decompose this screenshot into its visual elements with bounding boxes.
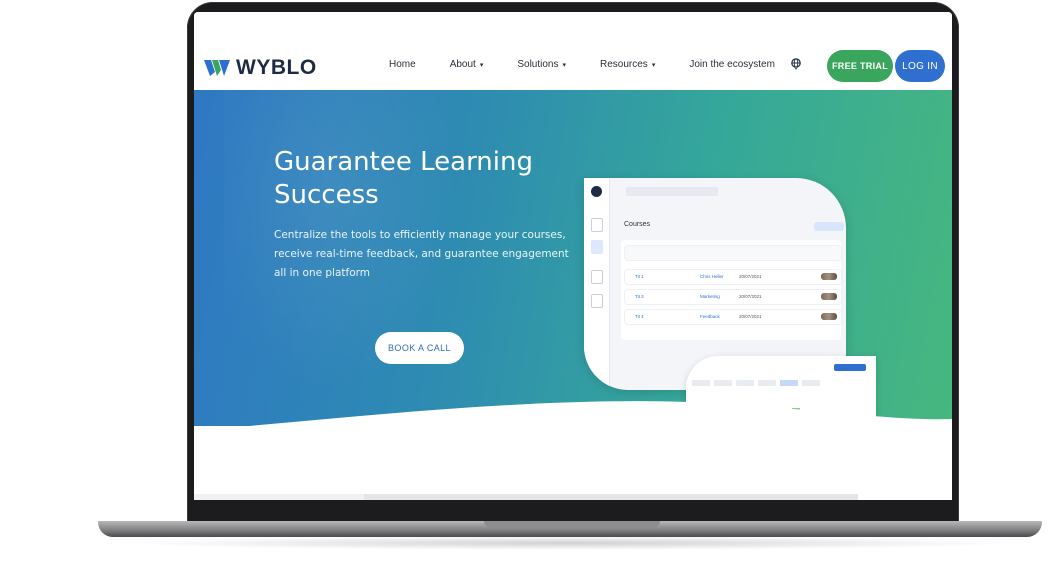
nav-links: Home About ▾ Solutions ▾ Resources ▾ Join t… [389,59,809,70]
mockup-table-row: Tit 1 Chris Heller 20/07/2021 [625,270,841,284]
nav-about-label: About [449,59,476,70]
mockup-sidebar [584,178,610,390]
mockup-row-date: 20/07/2021 [739,314,762,319]
mockup-row-link: Marketing [700,294,720,299]
hero-section: Guarantee Learning Success Centralize th… [194,90,952,426]
footer-strip [364,494,858,500]
chevron-down-icon: ▾ [479,62,484,69]
nav-join-ecosystem[interactable]: Join the ecosystem [689,59,775,70]
mockup-courses-table: Tit 1 Chris Heller 20/07/2021 Tit 3 Mark… [621,240,841,340]
mockup-avatars [821,293,837,300]
nav-about[interactable]: About ▾ [450,59,484,70]
nav-home[interactable]: Home [389,59,416,70]
mockup-avatars [821,273,837,280]
chevron-down-icon: ▾ [651,62,656,69]
mockup-row-link: Chris Heller [700,274,724,279]
wyblo-logo-icon [204,58,230,78]
laptop-shadow [120,536,1020,550]
mockup-search-bar [626,187,718,196]
book-a-call-button[interactable]: BOOK A CALL [375,332,464,364]
mockup-courses-title: Courses [624,221,651,228]
mockup-create-button [814,222,844,231]
mockup-nav-icon [591,294,603,308]
laptop-notch [484,521,660,528]
mockup-row-name: Tit 4 [635,314,644,319]
mockup-logo-icon [591,186,602,197]
mockup-nav-icon [591,270,603,284]
nav-resources[interactable]: Resources ▾ [600,59,655,70]
footer-strip [194,494,364,500]
hero-wave-divider [249,401,952,426]
mockup-table-header [625,246,841,260]
mockup-row-date: 20/07/2021 [739,274,762,279]
logo[interactable]: WYBLO [204,56,317,80]
hero-title-line-1: Guarantee Learning [274,147,533,177]
mockup-row-name: Tit 1 [635,274,644,279]
mockup-row-link: Feedback [700,314,720,319]
mockup-row-name: Tit 3 [635,294,644,299]
nav-resources-label: Resources [600,59,648,70]
hero-title: Guarantee Learning Success [274,146,574,212]
nav-solutions-label: Solutions [517,59,559,70]
hero-subtitle: Centralize the tools to efficiently mana… [274,229,569,279]
mockup-nav-icon [591,218,603,232]
hero-title-line-2: Success [274,180,379,210]
globe-icon[interactable] [791,58,801,73]
logo-text: WYBLO [236,56,317,79]
nav-solutions[interactable]: Solutions ▾ [517,59,566,70]
free-trial-button[interactable]: FREE TRIAL [827,50,893,82]
laptop-screen: WYBLO Home About ▾ Solutions ▾ Resources ▾ … [194,12,952,500]
nav-join-ecosystem-label: Join the ecosystem [689,59,775,70]
login-button[interactable]: LOG IN [895,50,945,82]
mockup-nav-icon [591,240,603,254]
navbar: WYBLO Home About ▾ Solutions ▾ Resources ▾ … [194,12,952,90]
chevron-down-icon: ▾ [562,62,566,69]
mockup-table-row: Tit 3 Marketing 20/07/2021 [625,290,841,304]
mockup-row-date: 20/07/2021 [739,294,762,299]
mockup-avatars [821,313,837,320]
mockup-action-button [834,364,866,371]
mockup-table-row: Tit 4 Feedback 20/07/2021 [625,310,841,324]
nav-home-label: Home [389,59,416,70]
